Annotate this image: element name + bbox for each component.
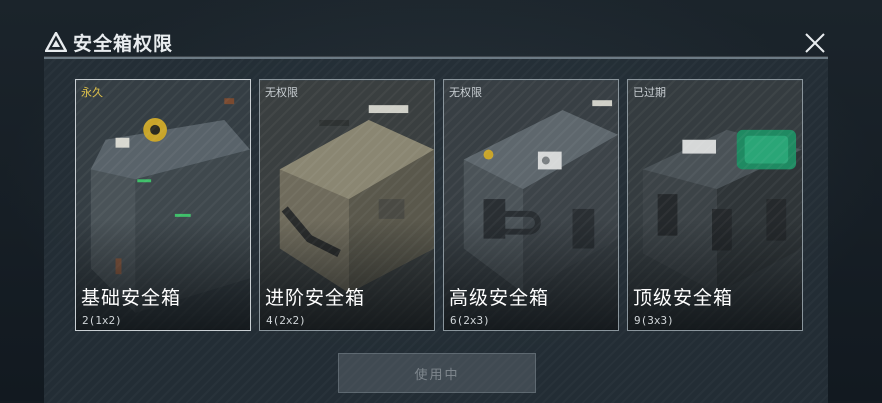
card-status: 无权限 [449,86,482,99]
card-name: 高级安全箱 [449,287,550,309]
warning-triangle-icon [45,32,67,52]
page-title: 安全箱权限 [73,32,174,55]
card-capacity: 6(2x3) [450,314,490,327]
card-name: 基础安全箱 [81,287,182,309]
close-icon[interactable] [804,32,826,54]
dialog-header: 安全箱权限 [45,28,173,56]
card-status: 已过期 [633,86,666,99]
safe-box-panel: 永久 基础安全箱 2(1x2) 无权限 进阶安全箱 4(2x2) 无权限 高级安… [44,57,828,403]
safe-box-card-premium[interactable]: 无权限 高级安全箱 6(2x3) [443,79,619,331]
card-status: 永久 [81,86,103,99]
card-capacity: 2(1x2) [82,314,122,327]
safe-box-card-basic[interactable]: 永久 基础安全箱 2(1x2) [75,79,251,331]
safe-box-card-advanced[interactable]: 无权限 进阶安全箱 4(2x2) [259,79,435,331]
card-name: 顶级安全箱 [633,287,734,309]
card-capacity: 4(2x2) [266,314,306,327]
in-use-button[interactable]: 使用中 [338,353,536,393]
safe-box-card-elite[interactable]: 已过期 顶级安全箱 9(3x3) [627,79,803,331]
card-status: 无权限 [265,86,298,99]
card-capacity: 9(3x3) [634,314,674,327]
card-name: 进阶安全箱 [265,287,366,309]
safe-box-list: 永久 基础安全箱 2(1x2) 无权限 进阶安全箱 4(2x2) 无权限 高级安… [75,79,803,331]
